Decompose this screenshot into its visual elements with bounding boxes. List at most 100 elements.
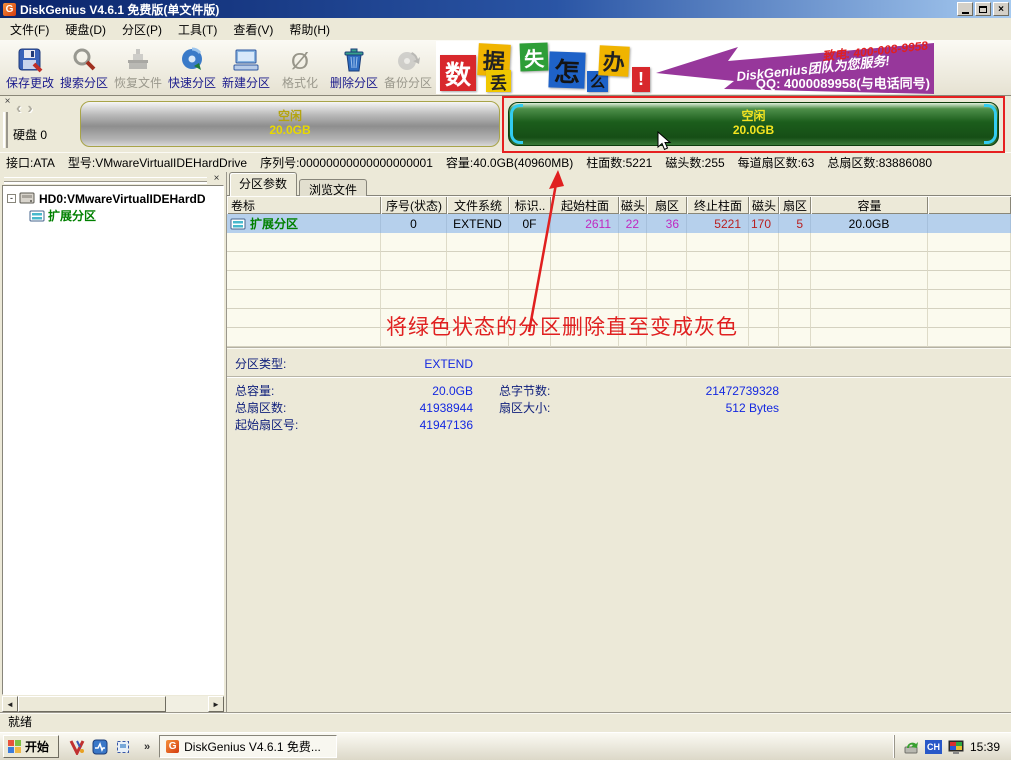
new-partition-button[interactable]: 新建分区 — [219, 42, 273, 94]
tree-item-label: 扩展分区 — [48, 207, 96, 224]
column-header-end-sector[interactable]: 扇区 — [779, 196, 811, 214]
partition-bar-free-gray[interactable]: 空闲 20.0GB — [80, 101, 500, 147]
column-header-filesystem[interactable]: 文件系统 — [447, 196, 509, 214]
disk-info-line: 接口:ATA 型号:VMwareVirtualIDEHardDrive 序列号:… — [0, 152, 1011, 172]
disk-info-model: 型号:VMwareVirtualIDEHardDrive — [68, 154, 247, 171]
menu-help[interactable]: 帮助(H) — [281, 18, 338, 41]
search-partition-button[interactable]: 搜索分区 — [57, 42, 111, 94]
ad-qq: QQ: 4000089958(与电话同号) — [756, 73, 930, 92]
table-row-extended-partition[interactable]: 扩展分区 0 EXTEND 0F 2611 22 36 5221 170 5 2… — [227, 214, 1011, 233]
disk-info-total-sectors: 总扇区数:83886080 — [827, 154, 932, 171]
cell-capacity: 20.0GB — [811, 214, 928, 233]
table-row-empty — [227, 271, 1011, 290]
column-header-start-sector[interactable]: 扇区 — [647, 196, 687, 214]
partition-size: 20.0GB — [269, 124, 310, 138]
quick-launch-icon-1[interactable] — [69, 739, 85, 755]
table-row-empty — [227, 328, 1011, 347]
detail-row-capacity: 总容量: 20.0GB 总字节数: 21472739328 — [235, 382, 1011, 399]
menu-disk[interactable]: 硬盘(D) — [57, 18, 114, 41]
clock[interactable]: 15:39 — [970, 740, 1000, 754]
toolbar-button-label: 备份分区 — [384, 74, 432, 91]
column-header-capacity[interactable]: 容量 — [811, 196, 928, 214]
recover-press-icon — [125, 45, 151, 73]
ad-tiles: 数 据 丢 失 怎 么 办 ! — [436, 41, 660, 94]
show-desktop-icon[interactable] — [115, 739, 131, 755]
minimize-button[interactable] — [957, 2, 973, 16]
scroll-left-icon[interactable]: ◄ — [2, 696, 18, 712]
scroll-right-icon[interactable]: ► — [208, 696, 224, 712]
detail-label: 分区类型: — [235, 355, 363, 372]
disk-info-capacity: 容量:40.0GB(40960MB) — [446, 154, 573, 171]
save-changes-button[interactable]: 保存更改 — [3, 42, 57, 94]
toolbar-button-label: 快速分区 — [168, 74, 216, 91]
strip-close-icon[interactable]: × — [2, 97, 13, 108]
menu-view[interactable]: 查看(V) — [225, 18, 281, 41]
tree-expander-icon[interactable]: - — [7, 194, 16, 203]
grip-handle[interactable] — [4, 177, 207, 182]
ad-tile-char: 丢 — [486, 70, 511, 92]
ad-banner[interactable]: 数 据 丢 失 怎 么 办 ! DiskGenius团队为您服务! 致电: 40… — [436, 41, 934, 94]
cell-filesystem: EXTEND — [447, 214, 509, 233]
quick-launch-overflow-chevron[interactable]: » — [144, 741, 150, 753]
tree-panel: × - HD0:VMwareVirtualIDEHardD 扩展分区 ◄ — [0, 172, 226, 712]
quick-launch: » — [69, 739, 150, 755]
menu-tools[interactable]: 工具(T) — [170, 18, 225, 41]
title-bar: G DiskGenius V4.6.1 免费版(单文件版) × — [0, 0, 1011, 18]
tree-horizontal-scrollbar[interactable]: ◄ ► — [2, 696, 224, 712]
cell-flag: 0F — [509, 214, 551, 233]
tree-item-extended-partition[interactable]: 扩展分区 — [29, 207, 223, 224]
close-button[interactable]: × — [993, 2, 1009, 16]
disc-arrow-icon — [179, 45, 205, 73]
partition-size: 20.0GB — [733, 124, 774, 138]
partition-icon — [230, 218, 246, 230]
detail-value: 41938944 — [363, 401, 473, 415]
delete-partition-button[interactable]: 删除分区 — [327, 42, 381, 94]
start-label: 开始 — [25, 738, 49, 755]
scrollbar-track[interactable] — [166, 696, 208, 712]
column-header-flag[interactable]: 标识.. — [509, 196, 551, 214]
detail-value: 20.0GB — [363, 384, 473, 398]
trash-icon — [341, 45, 367, 73]
tree-item-disk[interactable]: - HD0:VMwareVirtualIDEHardD — [7, 190, 223, 207]
cell-end-head: 170 — [749, 214, 779, 233]
main-area: × - HD0:VMwareVirtualIDEHardD 扩展分区 ◄ — [0, 172, 1011, 712]
menu-partition[interactable]: 分区(P) — [114, 18, 170, 41]
start-button[interactable]: 开始 — [3, 735, 59, 758]
detail-value: 41947136 — [363, 418, 473, 432]
column-header-start-cylinder[interactable]: 起始柱面 — [551, 196, 619, 214]
scrollbar-thumb[interactable] — [18, 696, 166, 712]
column-header-end-head[interactable]: 磁头 — [749, 196, 779, 214]
column-header-status[interactable]: 序号(状态) — [381, 196, 447, 214]
disk-tree: - HD0:VMwareVirtualIDEHardD 扩展分区 — [2, 185, 224, 695]
column-header-end-cylinder[interactable]: 终止柱面 — [687, 196, 749, 214]
table-row-empty — [227, 309, 1011, 328]
tree-close-icon[interactable]: × — [211, 174, 222, 185]
disk-label: 硬盘 0 — [13, 126, 47, 143]
quick-partition-button[interactable]: 快速分区 — [165, 42, 219, 94]
detail-value: 21472739328 — [611, 384, 779, 398]
detail-label: 起始扇区号: — [235, 416, 363, 433]
column-header-volume[interactable]: 卷标 — [227, 196, 381, 214]
strip-grip-handle[interactable] — [3, 112, 8, 148]
task-button-label: DiskGenius V4.6.1 免费... — [184, 738, 321, 755]
column-header-start-head[interactable]: 磁头 — [619, 196, 647, 214]
backup-partition-button: 备份分区 — [381, 42, 435, 94]
restore-button[interactable] — [975, 2, 991, 16]
backup-disc-icon — [395, 45, 421, 73]
tab-partition-params[interactable]: 分区参数 — [229, 172, 297, 196]
disk-nav-arrows[interactable]: ‹› — [16, 100, 39, 118]
tray-display-icon[interactable] — [948, 740, 964, 754]
task-button-diskgenius[interactable]: G DiskGenius V4.6.1 免费... — [159, 735, 337, 758]
ime-indicator[interactable]: CH — [925, 740, 942, 754]
quick-launch-icon-2[interactable] — [92, 739, 108, 755]
status-bar: 就绪 — [0, 712, 1011, 732]
ad-tile-char: 失 — [520, 43, 549, 72]
partition-detail-panel: 分区参数 浏览文件 卷标 序号(状态) 文件系统 标识.. 起始柱面 磁头 扇区… — [226, 172, 1011, 712]
menu-file[interactable]: 文件(F) — [2, 18, 57, 41]
detail-value: 512 Bytes — [611, 401, 779, 415]
table-row-empty — [227, 290, 1011, 309]
partition-bar-free-green-selected[interactable]: 空闲 20.0GB — [508, 102, 999, 146]
tray-eject-icon[interactable] — [904, 740, 919, 754]
tab-browse-files[interactable]: 浏览文件 — [299, 179, 367, 196]
ad-tile-char: 办 — [598, 45, 630, 77]
